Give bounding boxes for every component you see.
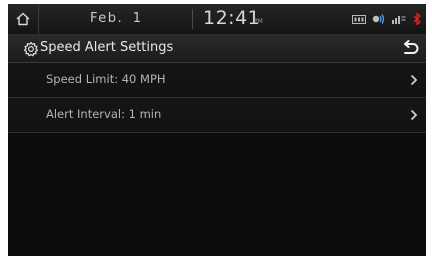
home-button[interactable] — [8, 4, 39, 34]
gear-icon — [23, 41, 39, 57]
alert-interval-label: Alert Interval: 1 min — [46, 107, 162, 121]
voice-icon — [372, 13, 386, 25]
header-bar: Speed Alert Settings — [8, 35, 426, 63]
clock: 12:41 — [203, 7, 261, 29]
settings-list: Speed Limit: 40 MPH Alert Interval: 1 mi… — [8, 63, 426, 133]
storage-icon — [352, 14, 366, 24]
status-divider — [192, 9, 193, 29]
bluetooth-icon — [412, 13, 422, 25]
screen: Feb. 1 12:41 PM Speed Alert Settings Spe… — [8, 4, 426, 256]
speed-limit-label: Speed Limit: 40 MPH — [46, 72, 166, 86]
chevron-right-icon — [410, 109, 418, 121]
date-label: Feb. 1 — [90, 11, 143, 26]
back-icon — [404, 40, 419, 54]
alert-interval-item[interactable]: Alert Interval: 1 min — [8, 98, 426, 133]
back-button[interactable] — [400, 40, 420, 58]
status-icons — [352, 11, 422, 27]
status-bar: Feb. 1 12:41 PM — [8, 4, 426, 35]
home-icon — [16, 12, 30, 26]
ampm-label: PM — [254, 18, 263, 25]
speed-limit-item[interactable]: Speed Limit: 40 MPH — [8, 63, 426, 98]
chevron-right-icon — [410, 74, 418, 86]
page-title: Speed Alert Settings — [40, 40, 174, 55]
signal-icon — [392, 14, 406, 24]
